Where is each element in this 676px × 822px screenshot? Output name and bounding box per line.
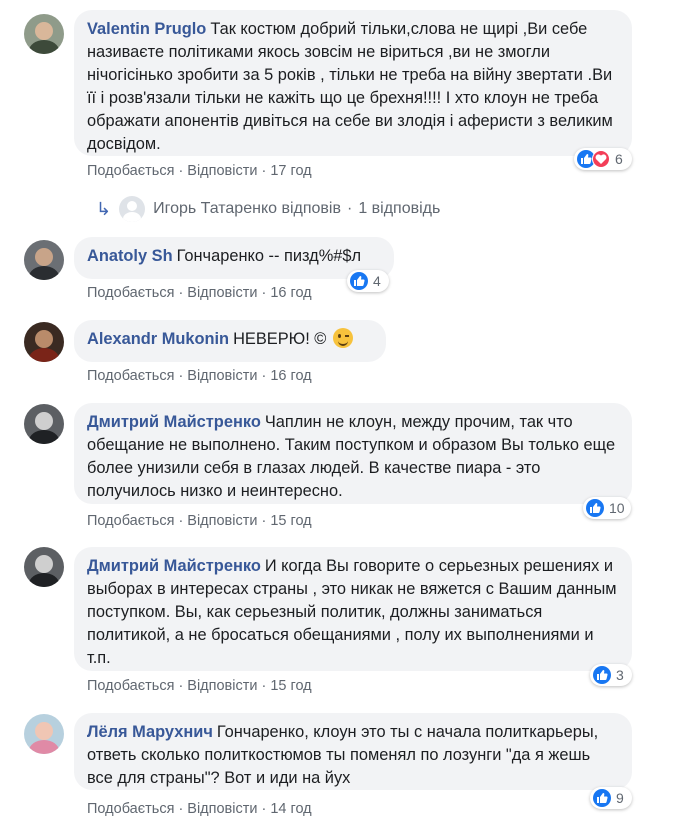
view-replies-link[interactable]: ↳ Игорь Татаренко відповів · 1 відповідь (96, 196, 440, 222)
avatar[interactable] (24, 322, 64, 362)
comment-bubble: Дмитрий Майстренко И когда Вы говорите о … (74, 547, 632, 671)
reply-link[interactable]: Відповісти (187, 368, 257, 384)
comment-author[interactable]: Alexandr Mukonin (87, 330, 229, 348)
reply-arrow-icon: ↳ (96, 198, 112, 219)
reply-link[interactable]: Відповісти (187, 801, 257, 817)
reply-link[interactable]: Відповісти (187, 513, 257, 529)
reaction-summary[interactable]: 3 (590, 664, 632, 686)
reaction-summary[interactable]: 10 (583, 497, 631, 519)
like-icon (593, 789, 611, 807)
comment-author[interactable]: Anatoly Sh (87, 247, 173, 265)
reaction-count: 4 (373, 273, 381, 289)
reaction-summary[interactable]: 6 (574, 148, 632, 170)
reply-link[interactable]: Відповісти (187, 163, 257, 179)
like-link[interactable]: Подобається (87, 163, 174, 179)
comment-author[interactable]: Лёля Марухнич (87, 723, 213, 741)
comment-actions: Подобається · Відповісти · 14 год (87, 801, 312, 817)
love-icon (592, 150, 610, 168)
reply-link[interactable]: Відповісти (187, 285, 257, 301)
reaction-summary[interactable]: 9 (590, 787, 632, 809)
avatar (119, 196, 146, 222)
comment-bubble: Дмитрий Майстренко Чаплин не клоун, между… (74, 403, 632, 504)
comment-author[interactable]: Дмитрий Майстренко (87, 557, 261, 575)
like-link[interactable]: Подобається (87, 368, 174, 384)
comment-author[interactable]: Дмитрий Майстренко (87, 413, 261, 431)
avatar[interactable] (24, 404, 64, 444)
reaction-count: 3 (616, 667, 624, 683)
reply-link[interactable]: Відповісти (187, 678, 257, 694)
comment-time[interactable]: 16 год (270, 368, 311, 384)
comment-time[interactable]: 17 год (270, 163, 311, 179)
like-icon (586, 499, 604, 517)
reaction-count: 6 (615, 151, 623, 167)
comment-bubble: Лёля Марухнич Гончаренко, клоун это ты с … (74, 713, 632, 790)
avatar[interactable] (24, 14, 64, 54)
comment-text: Гончаренко -- пизд%#$л (176, 247, 362, 265)
comment-time[interactable]: 15 год (270, 678, 311, 694)
comment-actions: Подобається · Відповісти · 15 год (87, 678, 312, 694)
like-link[interactable]: Подобається (87, 285, 174, 301)
comment-bubble: Alexandr Mukonin НЕВЕРЮ! © (74, 320, 386, 362)
comment-author[interactable]: Valentin Pruglo (87, 20, 206, 38)
like-link[interactable]: Подобається (87, 513, 174, 529)
comment-time[interactable]: 15 год (270, 513, 311, 529)
reaction-summary[interactable]: 4 (347, 270, 389, 292)
comment-bubble: Anatoly Sh Гончаренко -- пизд%#$л (74, 237, 394, 279)
like-icon (350, 272, 368, 290)
comment-actions: Подобається · Відповісти · 17 год (87, 163, 312, 179)
avatar[interactable] (24, 547, 64, 587)
winking-face-emoji (332, 328, 353, 348)
separator: · (346, 200, 353, 217)
like-link[interactable]: Подобається (87, 801, 174, 817)
comment-actions: Подобається · Відповісти · 16 год (87, 368, 312, 384)
comment-actions: Подобається · Відповісти · 15 год (87, 513, 312, 529)
reply-action: відповів (281, 200, 341, 217)
comment-time[interactable]: 16 год (270, 285, 311, 301)
reaction-count: 10 (609, 500, 625, 516)
comment-actions: Подобається · Відповісти · 16 год (87, 285, 312, 301)
like-link[interactable]: Подобається (87, 678, 174, 694)
reply-author: Игорь Татаренко (153, 200, 278, 217)
like-icon (593, 666, 611, 684)
comment-text: Так костюм добрий тільки,слова не щирі ,… (87, 20, 613, 153)
comment-time[interactable]: 14 год (270, 801, 311, 817)
comment-bubble: Valentin Pruglo Так костюм добрий тільки,… (74, 10, 632, 156)
avatar[interactable] (24, 240, 64, 280)
reply-count: 1 відповідь (358, 200, 441, 217)
reaction-count: 9 (616, 790, 624, 806)
avatar[interactable] (24, 714, 64, 754)
comment-text: НЕВЕРЮ! © (233, 330, 327, 348)
